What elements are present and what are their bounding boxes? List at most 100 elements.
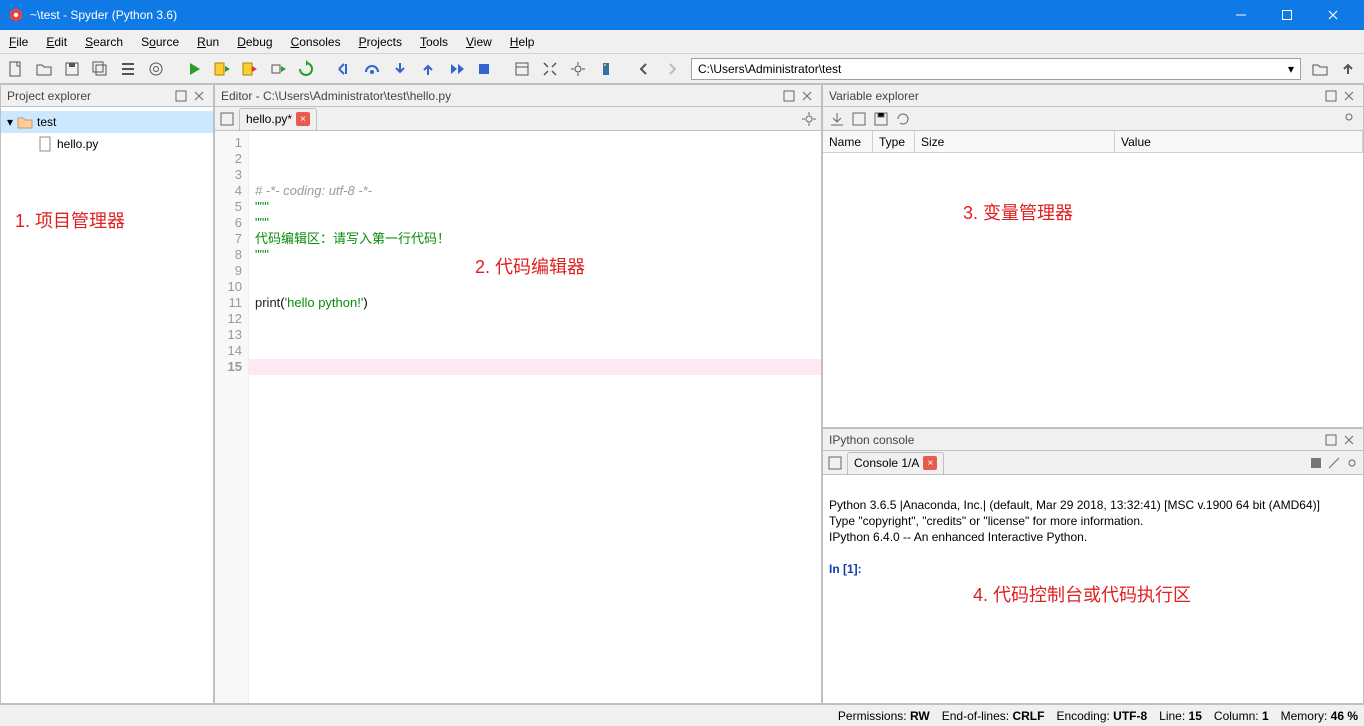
save-data-icon[interactable] — [851, 111, 867, 127]
menu-view[interactable]: View — [457, 30, 501, 53]
console-title: IPython console — [829, 433, 1321, 447]
debug-icon[interactable] — [331, 56, 357, 82]
menu-file[interactable]: File — [0, 30, 37, 53]
menu-source[interactable]: Source — [132, 30, 188, 53]
save-as-icon[interactable] — [873, 111, 889, 127]
var-col-type[interactable]: Type — [873, 131, 915, 152]
minimize-button[interactable] — [1218, 0, 1264, 30]
gear-icon[interactable] — [1341, 109, 1357, 125]
menu-projects[interactable]: Projects — [350, 30, 411, 53]
variable-explorer-title: Variable explorer — [829, 89, 1321, 103]
run-cell-advance-icon[interactable] — [237, 56, 263, 82]
file-browser-icon[interactable] — [219, 111, 235, 127]
console-tab-label: Console 1/A — [854, 456, 919, 470]
title-bar: ~\test - Spyder (Python 3.6) — [0, 0, 1364, 30]
tree-root[interactable]: ▾ test — [1, 111, 213, 133]
close-pane-icon[interactable] — [1341, 432, 1357, 448]
close-pane-icon[interactable] — [799, 88, 815, 104]
variable-table-header: Name Type Size Value — [823, 131, 1363, 153]
status-permissions: Permissions: RW — [832, 709, 936, 723]
tree-root-label: test — [37, 115, 56, 129]
line-gutter: 123456789101112131415 — [215, 131, 249, 703]
undock-icon[interactable] — [781, 88, 797, 104]
open-file-icon[interactable] — [31, 56, 57, 82]
rerun-icon[interactable] — [293, 56, 319, 82]
clear-console-icon[interactable] — [1327, 456, 1341, 470]
undock-icon[interactable] — [1323, 88, 1339, 104]
step-over-icon[interactable] — [359, 56, 385, 82]
var-col-name[interactable]: Name — [823, 131, 873, 152]
menu-run[interactable]: Run — [188, 30, 228, 53]
tree-file[interactable]: hello.py — [1, 133, 213, 155]
status-memory: Memory: 46 % — [1275, 709, 1364, 723]
close-button[interactable] — [1310, 0, 1356, 30]
editor-tab-bar: hello.py* × — [215, 107, 821, 131]
status-encoding: Encoding: UTF-8 — [1050, 709, 1153, 723]
working-directory-input[interactable]: C:\Users\Administrator\test▾ — [691, 58, 1301, 80]
run-icon[interactable] — [181, 56, 207, 82]
close-pane-icon[interactable] — [191, 88, 207, 104]
python-path-icon[interactable] — [593, 56, 619, 82]
close-tab-icon[interactable]: × — [296, 112, 310, 126]
menu-consoles[interactable]: Consoles — [282, 30, 350, 53]
run-selection-icon[interactable] — [265, 56, 291, 82]
outline-icon[interactable] — [115, 56, 141, 82]
console-tab[interactable]: Console 1/A × — [847, 452, 944, 474]
save-icon[interactable] — [59, 56, 85, 82]
file-browser-icon[interactable] — [827, 455, 843, 471]
gear-icon[interactable] — [801, 111, 817, 127]
variable-table-body[interactable]: 3. 变量管理器 — [823, 153, 1363, 427]
project-tree[interactable]: ▾ test hello.py 1. 项目管理器 — [1, 107, 213, 703]
console-banner-2: Type "copyright", "credits" or "license"… — [829, 514, 1143, 528]
stop-console-icon[interactable] — [1309, 456, 1323, 470]
back-icon[interactable] — [631, 56, 657, 82]
refresh-icon[interactable] — [895, 111, 911, 127]
preferences-icon[interactable] — [565, 56, 591, 82]
stop-debug-icon[interactable] — [471, 56, 497, 82]
maximize-pane-icon[interactable] — [509, 56, 535, 82]
project-explorer-title: Project explorer — [7, 89, 171, 103]
menu-debug[interactable]: Debug — [228, 30, 281, 53]
console-banner-3: IPython 6.4.0 -- An enhanced Interactive… — [829, 530, 1087, 544]
undock-icon[interactable] — [1323, 432, 1339, 448]
editor-tab[interactable]: hello.py* × — [239, 108, 317, 130]
close-tab-icon[interactable]: × — [923, 456, 937, 470]
maximize-button[interactable] — [1264, 0, 1310, 30]
gear-icon[interactable] — [1345, 456, 1359, 470]
console-banner-1: Python 3.6.5 |Anaconda, Inc.| (default, … — [829, 498, 1320, 512]
import-icon[interactable] — [829, 111, 845, 127]
forward-icon[interactable] — [659, 56, 685, 82]
code-editor[interactable]: 123456789101112131415 # -*- coding: utf-… — [215, 131, 821, 703]
step-out-icon[interactable] — [415, 56, 441, 82]
code-area[interactable]: # -*- coding: utf-8 -*-""""""代码编辑区：请写入第一… — [249, 131, 821, 703]
continue-icon[interactable] — [443, 56, 469, 82]
menu-edit[interactable]: Edit — [37, 30, 76, 53]
var-col-value[interactable]: Value — [1115, 131, 1363, 152]
console-output[interactable]: Python 3.6.5 |Anaconda, Inc.| (default, … — [823, 475, 1363, 703]
menu-tools[interactable]: Tools — [411, 30, 457, 53]
menu-search[interactable]: Search — [76, 30, 132, 53]
close-pane-icon[interactable] — [1341, 88, 1357, 104]
variable-explorer-pane: Variable explorer Name Type Size Value 3… — [822, 84, 1364, 428]
tree-file-label: hello.py — [57, 137, 98, 151]
step-into-icon[interactable] — [387, 56, 413, 82]
folder-icon — [17, 114, 33, 130]
right-column: Variable explorer Name Type Size Value 3… — [822, 84, 1364, 704]
main-toolbar: C:\Users\Administrator\test▾ — [0, 54, 1364, 84]
annotation-1: 1. 项目管理器 — [15, 207, 125, 233]
browse-dir-icon[interactable] — [1307, 56, 1333, 82]
parent-dir-icon[interactable] — [1335, 56, 1361, 82]
main-area: Project explorer ▾ test hello.py 1. 项目管理… — [0, 84, 1364, 704]
chevron-down-icon: ▾ — [7, 115, 13, 129]
status-eol: End-of-lines: CRLF — [936, 709, 1051, 723]
menu-help[interactable]: Help — [501, 30, 544, 53]
var-col-size[interactable]: Size — [915, 131, 1115, 152]
save-all-icon[interactable] — [87, 56, 113, 82]
run-cell-icon[interactable] — [209, 56, 235, 82]
console-tab-bar: Console 1/A × — [823, 451, 1363, 475]
at-icon[interactable] — [143, 56, 169, 82]
undock-icon[interactable] — [173, 88, 189, 104]
annotation-3: 3. 变量管理器 — [963, 199, 1073, 225]
new-file-icon[interactable] — [3, 56, 29, 82]
fullscreen-icon[interactable] — [537, 56, 563, 82]
